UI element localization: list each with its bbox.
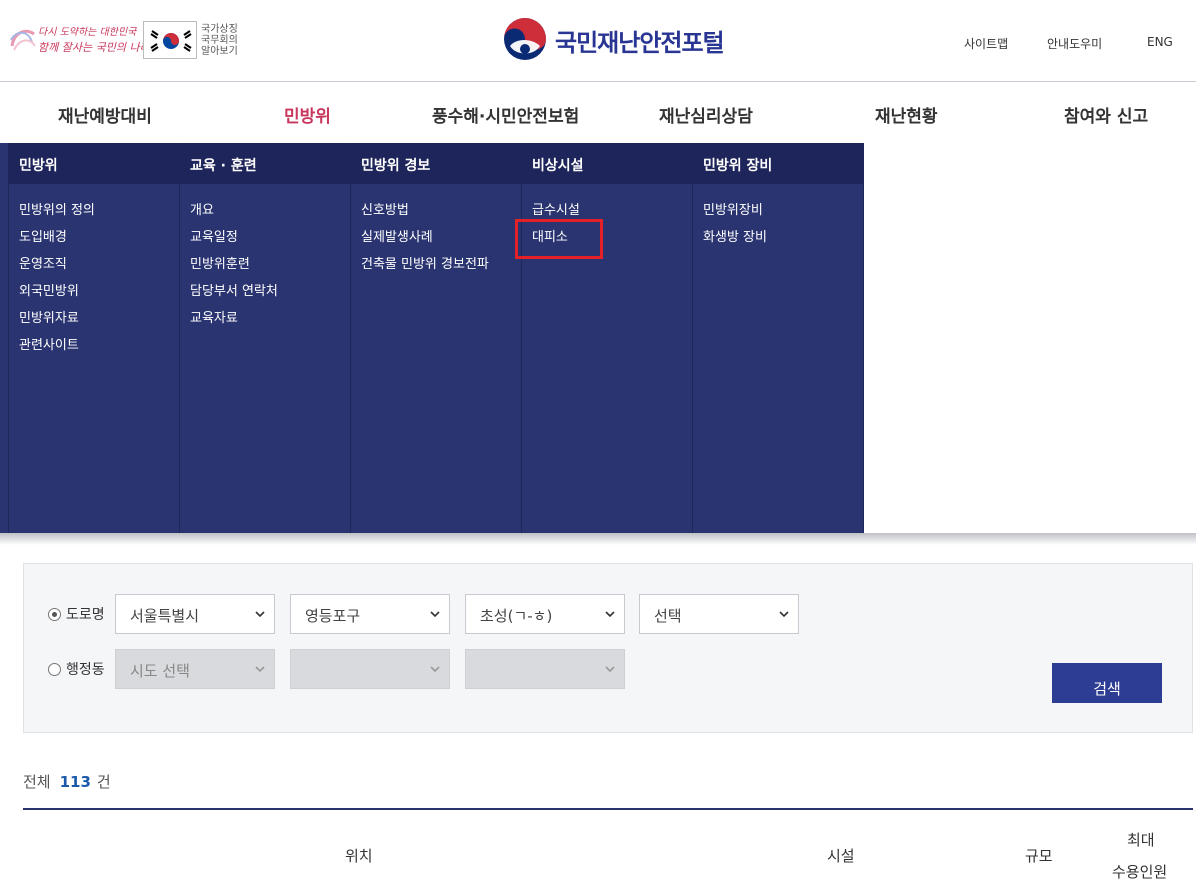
nav-civil-defense[interactable]: 민방위	[284, 102, 331, 127]
total-label: 전체	[23, 773, 51, 791]
english-link[interactable]: ENG	[1147, 35, 1173, 49]
menu-item[interactable]: 외국민방위	[19, 280, 95, 307]
menu-item[interactable]: 실제발생사례	[361, 226, 489, 253]
menu-item[interactable]: 건축물 민방위 경보전파	[361, 253, 489, 280]
site-title: 국민재난안전포털	[555, 29, 725, 57]
menu-item[interactable]: 교육자료	[190, 307, 278, 334]
nav-insurance[interactable]: 풍수해·시민안전보험	[432, 102, 579, 127]
select-value: 시도 선택	[130, 662, 190, 680]
search-button[interactable]: 검색	[1052, 663, 1162, 703]
menu-item[interactable]: 관련사이트	[19, 334, 95, 361]
admin-sido-select[interactable]: 시도 선택	[115, 649, 275, 689]
menu-column-title[interactable]: 비상시설	[522, 143, 692, 184]
road-name-radio[interactable]: 도로명	[48, 604, 105, 624]
column-header-max: 최대	[1127, 831, 1155, 849]
radio-checked-icon[interactable]	[48, 607, 61, 621]
main-nav: 재난예방대비 민방위 풍수해·시민안전보험 재난심리상담 재난현황 참여와 신고	[0, 82, 1196, 143]
select-value: 영등포구	[305, 607, 361, 625]
menu-column-title[interactable]: 민방위 경보	[351, 143, 521, 184]
menu-column-equipment: 민방위 장비 민방위장비 화생방 장비	[692, 143, 864, 533]
result-count: 전체 113 건	[23, 771, 111, 792]
select-value: 서울특별시	[130, 607, 200, 625]
taegeukgi-flag-icon	[148, 26, 194, 56]
menu-column-civil-defense: 민방위 민방위의 정의 도입배경 운영조직 외국민방위 민방위자료 관련사이트	[8, 143, 179, 533]
table-top-rule	[23, 808, 1193, 810]
menu-column-title[interactable]: 교육 · 훈련	[180, 143, 350, 184]
chevron-down-icon	[779, 611, 789, 618]
admin-dong-radio[interactable]: 행정동	[48, 659, 105, 679]
chevron-down-icon	[430, 666, 440, 673]
column-header-location: 위치	[345, 847, 373, 865]
menu-item[interactable]: 도입배경	[19, 226, 95, 253]
initial-consonant-select[interactable]: 초성(ㄱ-ㅎ)	[465, 594, 625, 634]
search-panel: 도로명 행정동 서울특별시 영등포구 초성(ㄱ-ㅎ) 선택 시도 선택 검색	[23, 563, 1193, 733]
chevron-down-icon	[605, 666, 615, 673]
menu-item[interactable]: 신호방법	[361, 199, 489, 226]
flag-text-line: 국가상징	[201, 24, 238, 35]
nav-counseling[interactable]: 재난심리상담	[659, 102, 753, 127]
select-value: 선택	[654, 607, 682, 625]
sigungu-select[interactable]: 영등포구	[290, 594, 450, 634]
menu-column-education: 교육 · 훈련 개요 교육일정 민방위훈련 담당부서 연락처 교육자료	[179, 143, 350, 533]
government-emblem-icon	[504, 18, 546, 60]
site-header: 다시 도약하는 대한민국 함께 잘사는 국민의 나라 국가상징 국무회의 알아보…	[0, 0, 1196, 82]
total-count: 113	[59, 773, 91, 791]
shelter-highlight-box	[515, 219, 603, 259]
menu-item[interactable]: 개요	[190, 199, 278, 226]
sido-select[interactable]: 서울특별시	[115, 594, 275, 634]
chevron-down-icon	[255, 611, 265, 618]
nav-participation[interactable]: 참여와 신고	[1064, 102, 1148, 127]
menu-column-title[interactable]: 민방위 장비	[693, 143, 863, 184]
menu-item[interactable]: 화생방 장비	[703, 226, 767, 253]
radio-label: 도로명	[66, 607, 105, 623]
menu-column-title[interactable]: 민방위	[9, 143, 179, 184]
column-header-facility: 시설	[827, 847, 855, 865]
flag-text-line: 알아보기	[201, 46, 238, 57]
menu-item[interactable]: 민방위장비	[703, 199, 767, 226]
menu-item[interactable]: 운영조직	[19, 253, 95, 280]
chevron-down-icon	[255, 666, 265, 673]
admin-dong-select[interactable]	[465, 649, 625, 689]
slogan-swirl-icon	[10, 29, 36, 51]
radio-label: 행정동	[66, 662, 105, 678]
dropdown-shadow	[0, 533, 1196, 545]
national-symbol-text[interactable]: 국가상징 국무회의 알아보기	[201, 24, 246, 57]
menu-item[interactable]: 민방위의 정의	[19, 199, 95, 226]
government-slogan-logo[interactable]: 다시 도약하는 대한민국 함께 잘사는 국민의 나라	[8, 20, 150, 60]
chevron-down-icon	[605, 611, 615, 618]
sitemap-link[interactable]: 사이트맵	[964, 35, 1008, 52]
column-header-scale: 규모	[1025, 847, 1053, 865]
guide-link[interactable]: 안내도우미	[1047, 35, 1102, 52]
site-logo[interactable]: 국민재난안전포털	[502, 16, 732, 62]
national-flag-link[interactable]	[143, 21, 197, 59]
column-header-capacity: 수용인원	[1112, 863, 1168, 881]
radio-unchecked-icon[interactable]	[48, 662, 61, 676]
menu-column-alert: 민방위 경보 신호방법 실제발생사례 건축물 민방위 경보전파	[350, 143, 521, 533]
menu-item[interactable]: 민방위자료	[19, 307, 95, 334]
menu-item[interactable]: 담당부서 연락처	[190, 280, 278, 307]
nav-disaster-status[interactable]: 재난현황	[875, 102, 938, 127]
menu-column-emergency-facilities: 비상시설 급수시설 대피소	[521, 143, 692, 533]
slogan-line-2: 함께 잘사는 국민의 나라	[38, 41, 150, 54]
road-select[interactable]: 선택	[639, 594, 799, 634]
menu-item[interactable]: 민방위훈련	[190, 253, 278, 280]
slogan-line-1: 다시 도약하는 대한민국	[38, 27, 137, 38]
menu-item[interactable]: 교육일정	[190, 226, 278, 253]
select-value: 초성(ㄱ-ㅎ)	[480, 607, 553, 625]
civil-defense-dropdown: 민방위 민방위의 정의 도입배경 운영조직 외국민방위 민방위자료 관련사이트 …	[0, 143, 864, 533]
flag-text-line: 국무회의	[201, 35, 238, 46]
admin-sigungu-select[interactable]	[290, 649, 450, 689]
count-unit: 건	[96, 773, 111, 791]
nav-disaster-prevention[interactable]: 재난예방대비	[58, 102, 152, 127]
chevron-down-icon	[430, 611, 440, 618]
